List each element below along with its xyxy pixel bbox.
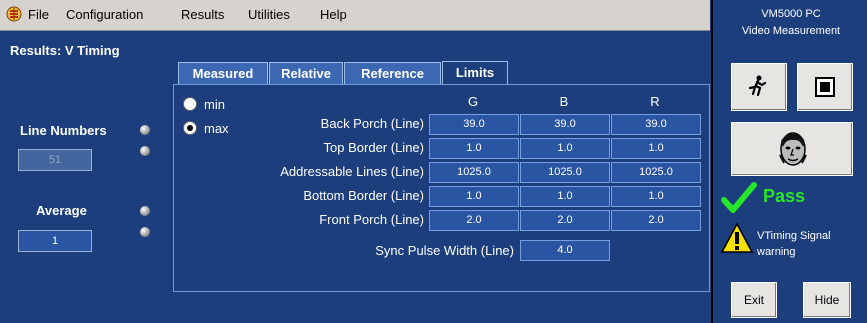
face-image-icon [779,132,807,166]
menu-utilities[interactable]: Utilities [248,7,290,22]
average-field[interactable]: 1 [18,230,92,252]
column-header-r: R [650,94,660,109]
limits-panel: min max G B R Back Porch (Line) 39.0 39.… [173,84,710,292]
cell-back-porch-r[interactable]: 39.0 [611,114,701,135]
pass-status-label: Pass [763,186,806,206]
row-label-addressable-lines: Addressable Lines (Line) [280,164,424,179]
cell-top-border-g[interactable]: 1.0 [429,138,519,159]
page-title: Results: V Timing [10,43,120,58]
tab-measured[interactable]: Measured [178,62,268,84]
green-checkmark-icon [721,182,757,213]
cell-front-porch-r[interactable]: 2.0 [611,210,701,231]
sync-pulse-width-label: Sync Pulse Width (Line) [375,243,514,258]
cell-addressable-lines-b[interactable]: 1025.0 [520,162,610,183]
tab-relative[interactable]: Relative [269,62,343,84]
cell-back-porch-b[interactable]: 39.0 [520,114,610,135]
running-man-icon [748,75,767,97]
menu-configuration[interactable]: Configuration [66,7,143,22]
warning-message-line1: VTiming Signal [757,230,831,242]
average-up-knob[interactable] [140,206,150,216]
line-numbers-up-knob[interactable] [140,125,150,135]
warning-triangle-icon [721,222,753,253]
left-panel: Results: V Timing Line Numbers 51 Averag… [0,31,168,323]
tab-reference[interactable]: Reference [344,62,441,84]
min-label: min [204,97,225,112]
line-numbers-down-knob[interactable] [140,146,150,156]
menu-bar: File Configuration Results Utilities Hel… [0,0,710,31]
cell-front-porch-g[interactable]: 2.0 [429,210,519,231]
average-down-knob[interactable] [140,227,150,237]
line-numbers-field[interactable]: 51 [18,149,92,171]
line-numbers-label: Line Numbers [20,123,107,138]
cell-top-border-b[interactable]: 1.0 [520,138,610,159]
average-label: Average [36,203,87,218]
cell-addressable-lines-g[interactable]: 1025.0 [429,162,519,183]
cell-bottom-border-g[interactable]: 1.0 [429,186,519,207]
cell-back-porch-g[interactable]: 39.0 [429,114,519,135]
row-label-top-border: Top Border (Line) [323,140,424,155]
warning-message-line2: warning [757,246,796,258]
product-title-line1: VM5000 PC [761,8,821,20]
tektronix-logo-icon[interactable] [6,6,22,22]
cell-bottom-border-r[interactable]: 1.0 [611,186,701,207]
hide-button[interactable]: Hide [803,282,851,318]
menu-help[interactable]: Help [320,7,347,22]
warning-message: VTiming Signal warning [757,228,867,260]
run-button[interactable] [731,63,787,111]
menu-results[interactable]: Results [181,7,224,22]
right-panel: VM5000 PC Video Measurement Pass VTiming… [711,0,867,323]
cell-front-porch-b[interactable]: 2.0 [520,210,610,231]
row-label-back-porch: Back Porch (Line) [320,116,424,131]
product-title-line2: Video Measurement [741,25,841,37]
cell-bottom-border-b[interactable]: 1.0 [520,186,610,207]
min-radio[interactable] [183,97,197,111]
stop-square-icon [815,77,835,97]
sync-pulse-width-field[interactable]: 4.0 [520,240,610,261]
row-label-bottom-border: Bottom Border (Line) [303,188,424,203]
column-header-b: B [559,94,569,109]
tab-limits[interactable]: Limits [442,61,508,85]
menu-file[interactable]: File [28,7,49,22]
column-header-g: G [467,94,479,109]
row-label-front-porch: Front Porch (Line) [319,212,424,227]
cell-top-border-r[interactable]: 1.0 [611,138,701,159]
cell-addressable-lines-r[interactable]: 1025.0 [611,162,701,183]
exit-button[interactable]: Exit [731,282,777,318]
stop-button[interactable] [797,63,853,111]
product-title: VM5000 PC Video Measurement [713,6,867,40]
face-image-button[interactable] [731,122,853,176]
